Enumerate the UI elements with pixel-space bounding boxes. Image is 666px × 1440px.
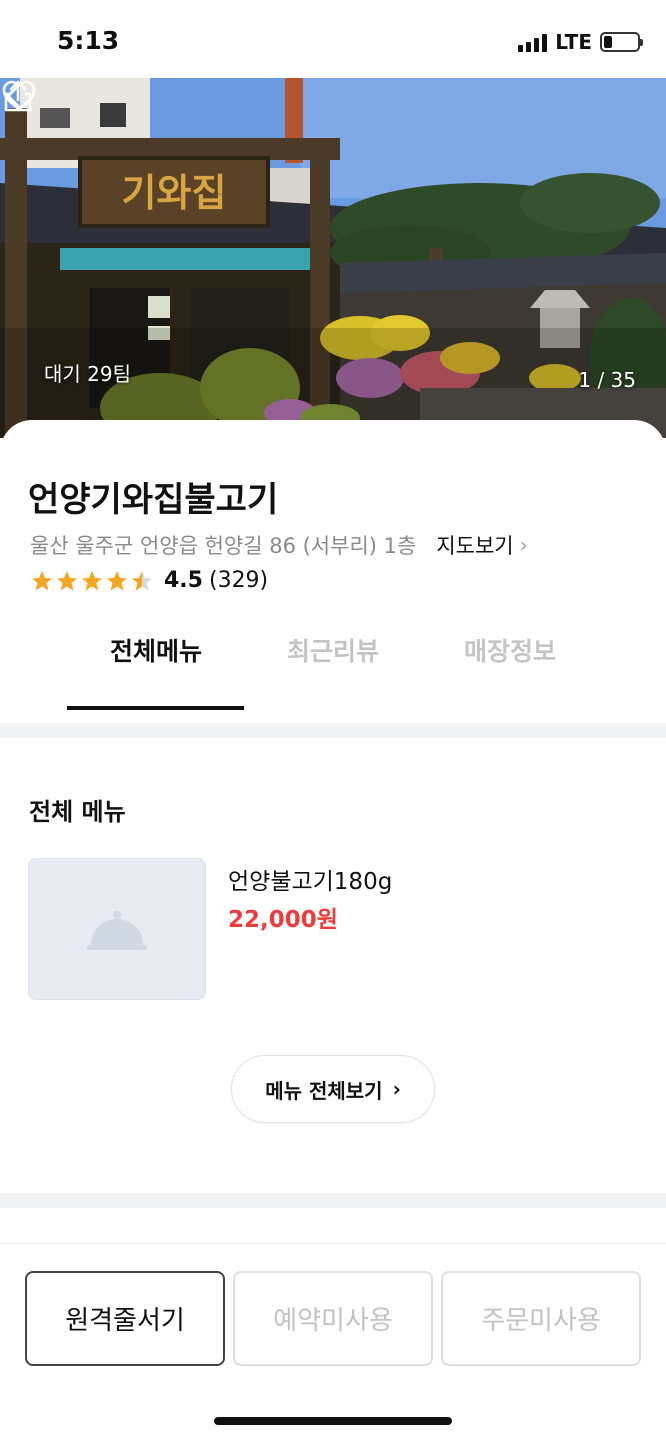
wait-count-label: 대기 29팀 bbox=[44, 362, 132, 386]
star-icon bbox=[32, 570, 52, 590]
menu-item-thumbnail[interactable] bbox=[28, 858, 206, 1000]
status-bar: 5:13 LTE bbox=[0, 0, 666, 78]
tab-bar: 전체메뉴 최근리뷰 매장정보 bbox=[0, 606, 666, 710]
map-link[interactable]: 지도보기 › bbox=[436, 530, 527, 560]
star-icon bbox=[82, 570, 102, 590]
star-icon bbox=[57, 570, 77, 590]
store-address: 울산 울주군 언양읍 헌양길 86 (서부리) 1층 bbox=[30, 534, 417, 558]
store-sign-text: 기와집 bbox=[122, 170, 227, 215]
chevron-right-icon: › bbox=[519, 533, 528, 557]
store-photo[interactable]: 기와집 대기 29팀 1 / 35 bbox=[0, 78, 666, 438]
heart-icon[interactable] bbox=[0, 78, 38, 114]
review-count: (329) bbox=[208, 568, 269, 593]
menu-item-price: 22,000원 bbox=[228, 907, 338, 933]
section-divider bbox=[0, 1193, 666, 1208]
signal-icon bbox=[518, 32, 548, 52]
tab-recent-reviews[interactable]: 최근리뷰 bbox=[244, 632, 422, 668]
home-indicator[interactable] bbox=[214, 1417, 452, 1425]
tab-all-menu[interactable]: 전체메뉴 bbox=[67, 632, 245, 668]
order-disabled-button: 주문미사용 bbox=[441, 1271, 641, 1366]
reservation-disabled-button: 예약미사용 bbox=[233, 1271, 433, 1366]
view-all-menu-label: 메뉴 전체보기 bbox=[265, 1078, 383, 1103]
star-rating bbox=[30, 569, 154, 593]
menu-section-title: 전체 메뉴 bbox=[29, 798, 126, 826]
status-time: 5:13 bbox=[57, 26, 120, 55]
star-icon bbox=[107, 570, 127, 590]
chevron-right-icon: › bbox=[392, 1077, 401, 1101]
cloche-icon bbox=[87, 911, 147, 950]
section-divider bbox=[0, 723, 666, 738]
status-indicators: LTE bbox=[518, 30, 643, 54]
battery-icon bbox=[600, 32, 643, 52]
active-tab-indicator bbox=[67, 706, 244, 710]
rating-score: 4.5 bbox=[164, 568, 203, 593]
store-info-card: 언양기와집불고기 울산 울주군 언양읍 헌양길 86 (서부리) 1층 지도보기… bbox=[0, 420, 666, 724]
star-half-icon bbox=[132, 570, 152, 590]
menu-item-name[interactable]: 언양불고기180g bbox=[228, 862, 392, 896]
tab-store-info[interactable]: 매장정보 bbox=[421, 632, 599, 668]
address-row: 울산 울주군 언양읍 헌양길 86 (서부리) 1층 지도보기 › bbox=[30, 530, 528, 560]
network-label: LTE bbox=[555, 30, 592, 54]
store-name: 언양기와집불고기 bbox=[28, 480, 279, 520]
bottom-action-bar: 원격줄서기 예약미사용 주문미사용 bbox=[0, 1243, 666, 1440]
photo-counter: 1 / 35 bbox=[578, 368, 636, 392]
remote-queue-button[interactable]: 원격줄서기 bbox=[25, 1271, 225, 1366]
map-link-label: 지도보기 bbox=[436, 534, 514, 558]
view-all-menu-button[interactable]: 메뉴 전체보기 › bbox=[231, 1055, 435, 1123]
rating-row[interactable]: 4.5 (329) bbox=[30, 568, 268, 593]
